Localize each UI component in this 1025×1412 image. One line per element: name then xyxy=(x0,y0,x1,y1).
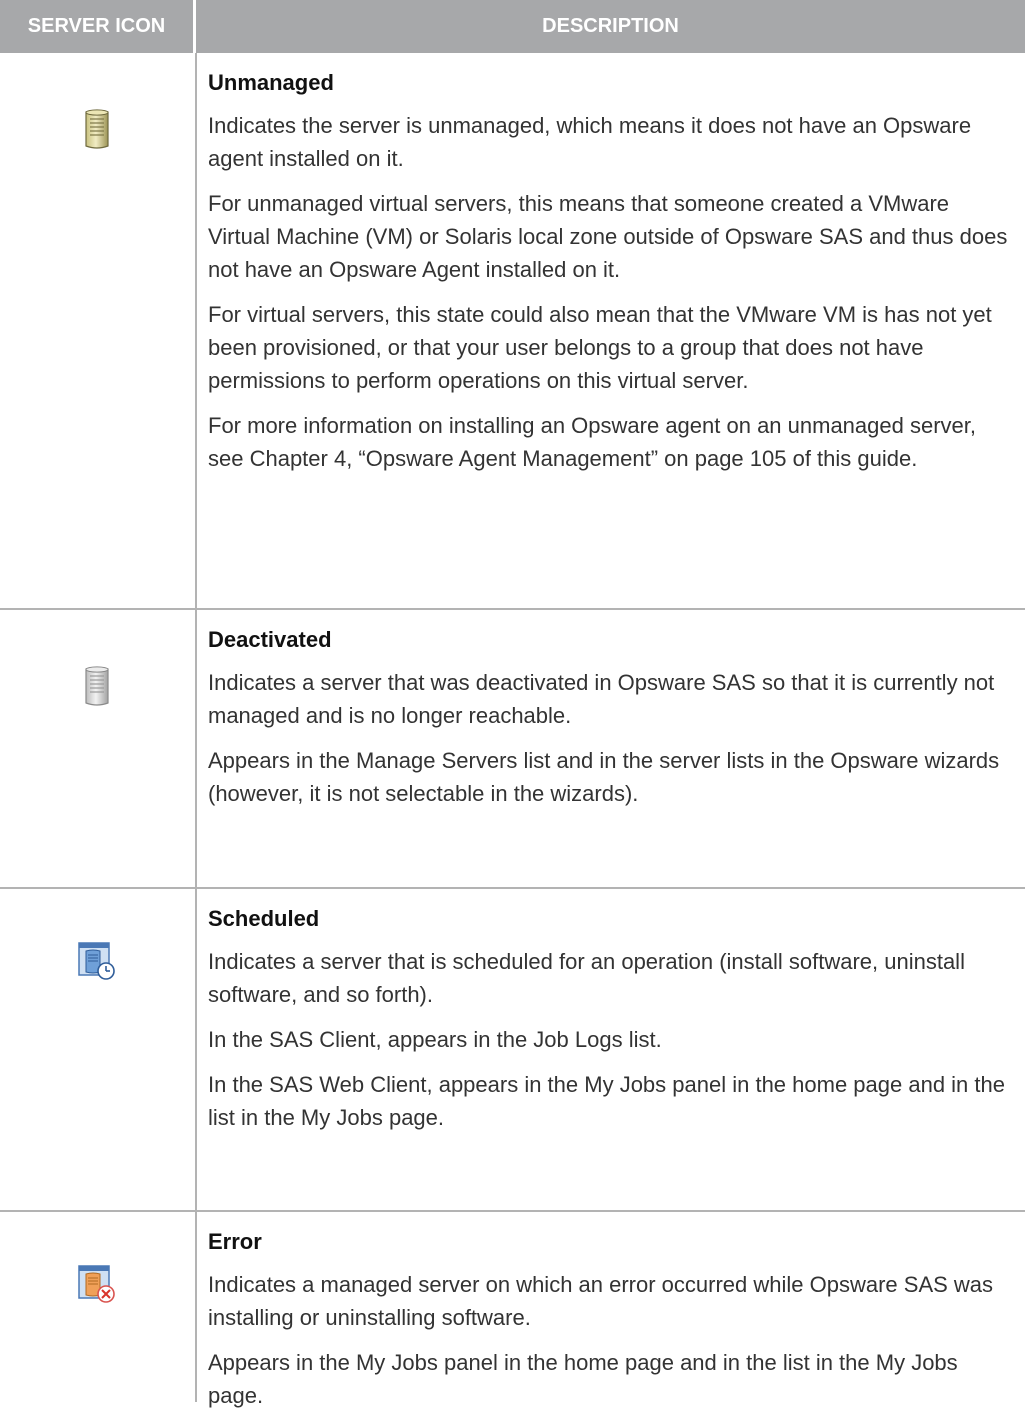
row-paragraph: Indicates a managed server on which an e… xyxy=(208,1272,994,1330)
row-paragraph: For more information on installing an Op… xyxy=(208,413,976,471)
row-paragraph: For unmanaged virtual servers, this mean… xyxy=(208,191,1008,282)
icon-cell xyxy=(0,889,196,1210)
description-cell: Deactivated Indicates a server that was … xyxy=(208,610,1025,810)
row-paragraph: For virtual servers, this state could al… xyxy=(208,302,992,393)
row-title: Unmanaged xyxy=(208,70,334,95)
row-title: Error xyxy=(208,1229,262,1254)
header-server-icon: SERVER ICON xyxy=(0,0,196,53)
column-divider xyxy=(195,610,197,887)
server-icon-table: SERVER ICON DESCRIPTION Unmanaged Indica… xyxy=(0,0,1025,1408)
table-row-unmanaged: Unmanaged Indicates the server is unmana… xyxy=(0,53,1025,610)
table-row-scheduled: Scheduled Indicates a server that is sch… xyxy=(0,889,1025,1212)
server-scheduled-icon xyxy=(77,939,117,983)
header-description: DESCRIPTION xyxy=(542,15,679,37)
server-error-icon xyxy=(77,1262,117,1306)
row-paragraph: Appears in the Manage Servers list and i… xyxy=(208,748,1000,806)
icon-cell xyxy=(0,1212,196,1402)
icon-cell xyxy=(0,53,196,608)
row-paragraph: Indicates a server that is scheduled for… xyxy=(208,949,965,1007)
server-unmanaged-icon xyxy=(77,108,117,152)
row-paragraph: In the SAS Web Client, appears in the My… xyxy=(208,1072,1005,1130)
row-paragraph: Indicates a server that was deactivated … xyxy=(208,670,995,728)
row-paragraph: Appears in the My Jobs panel in the home… xyxy=(208,1350,958,1408)
table-row-error: Error Indicates a managed server on whic… xyxy=(0,1212,1025,1408)
column-divider xyxy=(195,53,197,608)
row-title: Scheduled xyxy=(208,906,320,931)
icon-cell xyxy=(0,610,196,887)
column-divider xyxy=(195,889,197,1210)
row-title: Deactivated xyxy=(208,627,332,652)
description-cell: Unmanaged Indicates the server is unmana… xyxy=(208,53,1025,475)
table-header: SERVER ICON DESCRIPTION xyxy=(0,0,1025,53)
table-row-deactivated: Deactivated Indicates a server that was … xyxy=(0,610,1025,889)
description-cell: Error Indicates a managed server on whic… xyxy=(208,1212,1025,1412)
description-cell: Scheduled Indicates a server that is sch… xyxy=(208,889,1025,1134)
server-deactivated-icon xyxy=(77,665,117,709)
row-paragraph: In the SAS Client, appears in the Job Lo… xyxy=(208,1027,662,1052)
row-paragraph: Indicates the server is unmanaged, which… xyxy=(208,113,972,171)
column-divider xyxy=(195,1212,197,1402)
